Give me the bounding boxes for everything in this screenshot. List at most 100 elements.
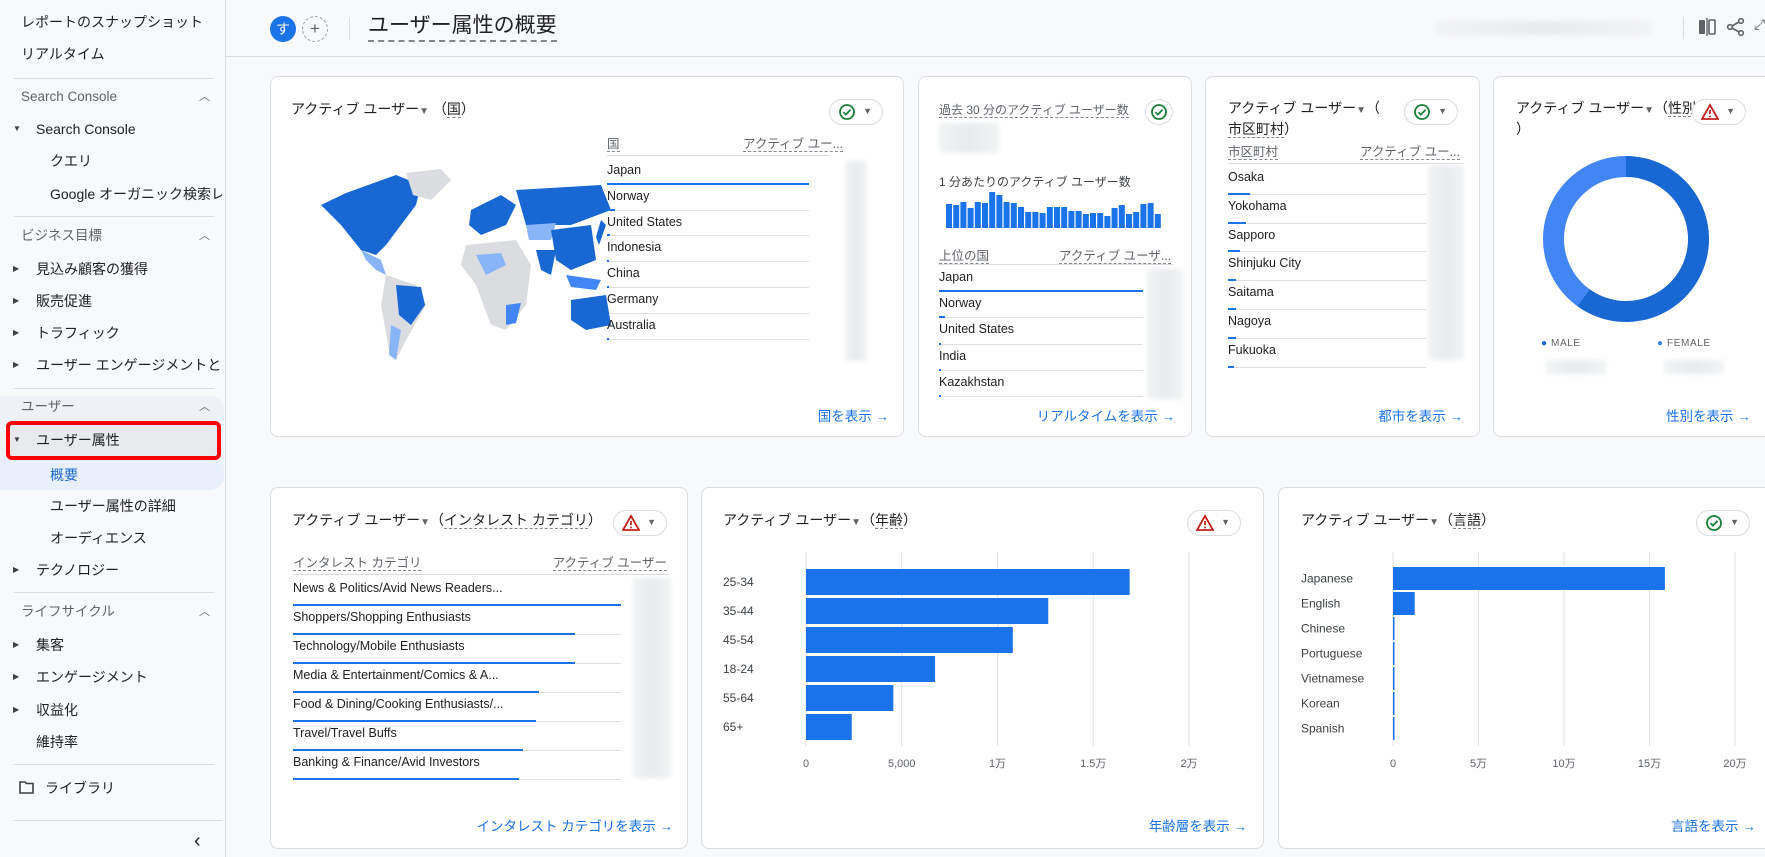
minute-bar[interactable] <box>960 202 967 228</box>
status-button[interactable] <box>1145 99 1173 125</box>
sidebar-item-snapshot[interactable]: レポートのスナップショット <box>21 7 243 37</box>
table-row[interactable]: Norway <box>939 292 1143 319</box>
table-row[interactable]: United States <box>607 211 809 237</box>
table-row[interactable]: News & Politics/Avid News Readers... <box>293 577 621 606</box>
dropdown-icon[interactable]: ▼ <box>419 106 429 117</box>
table-row[interactable]: United States <box>939 318 1143 345</box>
table-row[interactable]: China <box>607 262 809 288</box>
column-header-metric[interactable]: アクティブ ユーザ... <box>1059 245 1172 264</box>
column-header-metric[interactable]: アクティブ ユー... <box>1336 141 1460 160</box>
minute-bar[interactable] <box>1046 207 1053 228</box>
table-row[interactable]: Travel/Travel Buffs <box>293 722 621 751</box>
status-button[interactable]: ▼ <box>1692 99 1746 125</box>
sidebar-item-query[interactable]: クエリ <box>50 146 272 176</box>
table-row[interactable]: Norway <box>607 185 809 211</box>
sidebar-item-library[interactable]: ライブラリ <box>0 773 222 803</box>
section-lifecycle[interactable]: ライフサイクル ︿ <box>21 597 243 627</box>
bar-35-44[interactable] <box>806 598 1049 624</box>
share-icon[interactable] <box>1726 17 1746 37</box>
sidebar-item-realtime[interactable]: リアルタイム <box>21 39 243 69</box>
sidebar-item-traffic[interactable]: ▶ トラフィック <box>0 318 222 348</box>
sidebar-item-engagement-biz[interactable]: ▶ ユーザー エンゲージメントと... <box>0 350 222 380</box>
minute-bar[interactable] <box>953 205 960 228</box>
sidebar-item-retention[interactable]: 維持率 <box>36 727 258 757</box>
column-header-dimension[interactable]: インタレスト カテゴリ <box>293 552 422 571</box>
world-map[interactable] <box>301 165 621 365</box>
expand-icon[interactable]: ⤢ <box>1754 16 1765 33</box>
per-minute-chart[interactable] <box>946 190 1162 228</box>
view-interest-link[interactable]: インタレスト カテゴリを表示 → <box>476 815 673 835</box>
view-countries-link[interactable]: 国を表示 → <box>818 405 889 425</box>
table-row[interactable]: Fukuoka <box>1228 339 1426 368</box>
sidebar-item-monetization[interactable]: ▶ 収益化 <box>0 695 222 725</box>
chevron-left-icon[interactable]: ‹ <box>194 830 201 853</box>
section-user[interactable]: ユーザー ︿ <box>21 392 243 422</box>
minute-bar[interactable] <box>1104 216 1111 228</box>
sidebar-item-sales[interactable]: ▶ 販売促進 <box>0 286 222 316</box>
table-row[interactable]: Banking & Finance/Avid Investors <box>293 751 621 780</box>
table-row[interactable]: Shoppers/Shopping Enthusiasts <box>293 606 621 635</box>
column-header-metric[interactable]: アクティブ ユー... <box>743 133 844 152</box>
table-row[interactable]: India <box>939 345 1143 371</box>
minute-bar[interactable] <box>1025 212 1032 228</box>
minute-bar[interactable] <box>1010 203 1017 228</box>
card-title[interactable]: アクティブ ユーザー▼（インタレスト カテゴリ） <box>292 510 602 530</box>
bar-Japanese[interactable] <box>1393 567 1665 590</box>
minute-bar[interactable] <box>1075 211 1082 228</box>
view-age-link[interactable]: 年齢層を表示 → <box>1149 815 1247 835</box>
table-row[interactable]: Saitama <box>1228 281 1426 310</box>
minute-bar[interactable] <box>946 204 952 228</box>
plus-icon[interactable]: + <box>302 16 328 42</box>
minute-bar[interactable] <box>1068 211 1075 228</box>
minute-bar[interactable] <box>1140 204 1147 228</box>
table-row[interactable]: Media & Entertainment/Comics & A... <box>293 664 621 693</box>
bar-25-34[interactable] <box>806 569 1130 595</box>
minute-bar[interactable] <box>967 208 974 228</box>
column-header-dimension[interactable]: 市区町村 <box>1228 141 1279 160</box>
table-row[interactable]: Sapporo <box>1228 224 1426 253</box>
column-header-metric[interactable]: アクティブ ユーザー <box>511 552 667 571</box>
sidebar-item-organic[interactable]: Google オーガニック検索レ... <box>50 179 222 209</box>
table-row[interactable]: Yokohama <box>1228 195 1426 224</box>
status-button[interactable]: ▼ <box>829 99 883 125</box>
bar-45-54[interactable] <box>806 627 1013 653</box>
date-range-redacted[interactable] <box>1436 21 1651 35</box>
avatar[interactable]: す <box>270 16 296 42</box>
table-row[interactable]: Indonesia <box>607 236 809 263</box>
bar-Spanish[interactable] <box>1393 717 1395 740</box>
minute-bar[interactable] <box>1054 207 1060 228</box>
minute-bar[interactable] <box>1039 213 1046 228</box>
card-title[interactable]: アクティブ ユーザー▼ （国） <box>291 99 475 119</box>
minute-bar[interactable] <box>1133 212 1140 228</box>
view-gender-link[interactable]: 性別を表示 → <box>1666 405 1751 425</box>
minute-bar[interactable] <box>1082 214 1089 228</box>
minute-bar[interactable] <box>1097 213 1104 228</box>
sidebar-item-search-console[interactable]: ▼ Search Console <box>0 114 222 144</box>
title-dimension[interactable]: 国 <box>446 101 461 118</box>
minute-bar[interactable] <box>996 195 1003 228</box>
sidebar-item-leads[interactable]: ▶ 見込み顧客の獲得 <box>0 254 222 284</box>
minute-bar[interactable] <box>989 192 996 228</box>
bar-Vietnamese[interactable] <box>1393 667 1395 690</box>
age-bar-chart[interactable]: 0 5,000 1万 1.5万 2万 25-34 35-44 45-54 18-24 55-64 6… <box>702 488 1265 798</box>
table-row[interactable]: Osaka <box>1228 166 1426 195</box>
bar-65+[interactable] <box>806 714 852 740</box>
bar-English[interactable] <box>1393 592 1415 615</box>
minute-bar[interactable] <box>974 202 981 228</box>
view-language-link[interactable]: 言語を表示 → <box>1671 815 1756 835</box>
minute-bar[interactable] <box>1032 212 1039 228</box>
minute-bar[interactable] <box>982 203 988 228</box>
slice-female[interactable] <box>1543 156 1626 307</box>
bar-Korean[interactable] <box>1393 692 1395 715</box>
minute-bar[interactable] <box>1154 214 1161 228</box>
minute-bar[interactable] <box>1147 203 1154 228</box>
table-row[interactable]: Food & Dining/Cooking Enthusiasts/... <box>293 693 621 722</box>
minute-bar[interactable] <box>1111 208 1118 228</box>
minute-bar[interactable] <box>1003 202 1010 228</box>
card-title[interactable]: アクティブ ユーザー▼（ 市区町村） <box>1228 99 1380 138</box>
page-title[interactable]: ユーザー属性の概要 <box>368 12 557 42</box>
table-row[interactable]: Shinjuku City <box>1228 252 1426 282</box>
minute-bar[interactable] <box>1018 207 1024 228</box>
table-row[interactable]: Japan <box>607 159 809 185</box>
sidebar-item-audiences[interactable]: オーディエンス <box>50 523 272 553</box>
